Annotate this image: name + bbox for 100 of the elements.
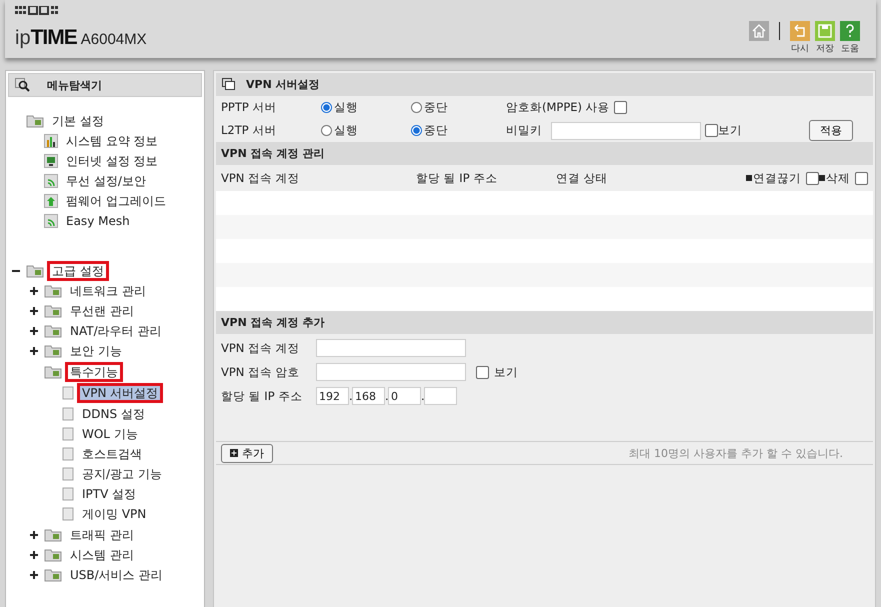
- tree-item[interactable]: 특수기능: [65, 362, 123, 382]
- tree-item[interactable]: 무선랜 관리: [65, 301, 139, 321]
- folder-icon: [26, 114, 44, 128]
- tree-item[interactable]: 무선 설정/보안: [61, 171, 151, 191]
- column-header: 삭제: [826, 170, 850, 186]
- radio-label: 실행: [334, 123, 358, 138]
- expand-icon[interactable]: [30, 551, 38, 559]
- checkbox-label: 보기: [718, 123, 742, 138]
- folder-icon: [44, 365, 62, 379]
- tree-item[interactable]: 시스템 요약 정보: [61, 131, 163, 151]
- folder-icon: [44, 284, 62, 298]
- page-icon: [62, 447, 74, 461]
- checkbox[interactable]: [855, 172, 868, 184]
- ip-octet-field[interactable]: 192: [316, 387, 349, 405]
- tree-item[interactable]: 보안 기능: [65, 341, 127, 361]
- ip-octet-field[interactable]: 0: [388, 387, 421, 405]
- tree-item[interactable]: 트래픽 관리: [65, 525, 139, 545]
- expand-icon[interactable]: [30, 347, 38, 355]
- radio-button[interactable]: [411, 102, 422, 113]
- plus-icon: [230, 449, 238, 457]
- model-name: A6004MX: [80, 31, 147, 48]
- toolbar-button[interactable]: 다시: [790, 21, 810, 55]
- tree-item[interactable]: DDNS 설정: [77, 404, 150, 424]
- tree-item[interactable]: VPN 서버설정: [77, 383, 164, 403]
- radio-button[interactable]: [321, 102, 332, 113]
- expand-icon[interactable]: [30, 287, 38, 295]
- wifi-icon: [44, 214, 58, 228]
- ip-octet-field[interactable]: 168: [352, 387, 385, 405]
- radio-button[interactable]: [411, 125, 422, 136]
- tree-item[interactable]: WOL 기능: [77, 424, 143, 444]
- checkbox[interactable]: [476, 366, 489, 378]
- tree-item[interactable]: 기본 설정: [47, 111, 109, 131]
- tree-item[interactable]: USB/서비스 관리: [65, 565, 168, 585]
- ip-separator: .: [385, 389, 388, 403]
- logo-dots-icon: [15, 6, 59, 16]
- section-title: VPN 서버설정: [246, 77, 320, 92]
- folder-icon: [44, 568, 62, 582]
- upload-icon: [44, 194, 58, 208]
- page-icon: [62, 507, 74, 521]
- expand-icon[interactable]: [30, 327, 38, 335]
- field-label: VPN 접속 암호: [221, 364, 301, 380]
- checkbox[interactable]: [705, 124, 718, 137]
- toolbar-button[interactable]: 저장: [815, 21, 835, 55]
- tree-item[interactable]: 공지/광고 기능: [77, 464, 167, 484]
- tree-item[interactable]: 게이밍 VPN: [77, 504, 152, 524]
- expand-icon[interactable]: [30, 571, 38, 579]
- page-icon: [62, 427, 74, 441]
- input-field[interactable]: [316, 363, 466, 381]
- radio-label: 중단: [424, 100, 448, 115]
- help-icon: [840, 21, 860, 41]
- add-button[interactable]: 추가: [221, 444, 273, 462]
- tree-item[interactable]: Easy Mesh: [61, 211, 135, 231]
- page-icon: [62, 407, 74, 421]
- tree-item[interactable]: 시스템 관리: [65, 545, 139, 565]
- folder-icon: [44, 344, 62, 358]
- folder-icon: [44, 304, 62, 318]
- tree-item[interactable]: NAT/라우터 관리: [65, 321, 166, 341]
- folder-icon: [26, 264, 44, 278]
- sidebar-title: 메뉴탐색기: [47, 78, 102, 92]
- tree-item[interactable]: 고급 설정: [47, 261, 109, 281]
- undo-icon: [790, 21, 810, 41]
- checkbox[interactable]: [806, 172, 819, 184]
- folder-icon: [44, 548, 62, 562]
- toolbar-button[interactable]: 도움: [840, 21, 860, 55]
- radio-label: 실행: [334, 100, 358, 115]
- ip-separator: .: [349, 389, 352, 403]
- collapse-icon[interactable]: [12, 267, 20, 275]
- apply-button[interactable]: 적용: [809, 120, 853, 141]
- tree-item[interactable]: IPTV 설정: [77, 484, 142, 504]
- tree-item[interactable]: 네트워크 관리: [65, 281, 151, 301]
- column-header: 연결끊기: [753, 170, 801, 186]
- field-label: L2TP 서버: [221, 123, 278, 138]
- page-icon: [62, 487, 74, 501]
- tree-item[interactable]: 호스트검색: [77, 444, 147, 464]
- ip-octet-field[interactable]: [424, 387, 457, 405]
- save-icon: [815, 21, 835, 41]
- expand-icon[interactable]: [30, 531, 38, 539]
- section-title: VPN 접속 계정 관리: [221, 146, 324, 161]
- wifi-icon: [44, 174, 58, 188]
- folder-icon: [44, 528, 62, 542]
- column-header: 할당 될 IP 주소: [416, 170, 498, 186]
- checkbox[interactable]: [614, 101, 627, 114]
- radio-label: 중단: [424, 123, 448, 138]
- field-label: VPN 접속 계정: [221, 340, 301, 356]
- section-title: VPN 접속 계정 추가: [221, 315, 324, 330]
- bar-chart-icon: [44, 134, 58, 148]
- tree-item[interactable]: 펌웨어 업그레이드: [61, 191, 171, 211]
- radio-button[interactable]: [321, 125, 332, 136]
- field-label: PPTP 서버: [221, 100, 278, 115]
- input-field[interactable]: [316, 339, 466, 357]
- limit-note: 최대 10명의 사용자를 추가 할 수 있습니다.: [628, 446, 843, 460]
- tree-item[interactable]: 인터넷 설정 정보: [61, 151, 163, 171]
- input-field[interactable]: [551, 122, 701, 140]
- square-icon: [746, 175, 752, 181]
- window-icon: [222, 78, 236, 91]
- brand-logo: ipTIME: [15, 26, 77, 50]
- expand-icon[interactable]: [30, 307, 38, 315]
- ip-separator: .: [421, 389, 424, 403]
- square-icon: [819, 175, 825, 181]
- field-label: 암호화(MPPE) 사용: [506, 100, 610, 115]
